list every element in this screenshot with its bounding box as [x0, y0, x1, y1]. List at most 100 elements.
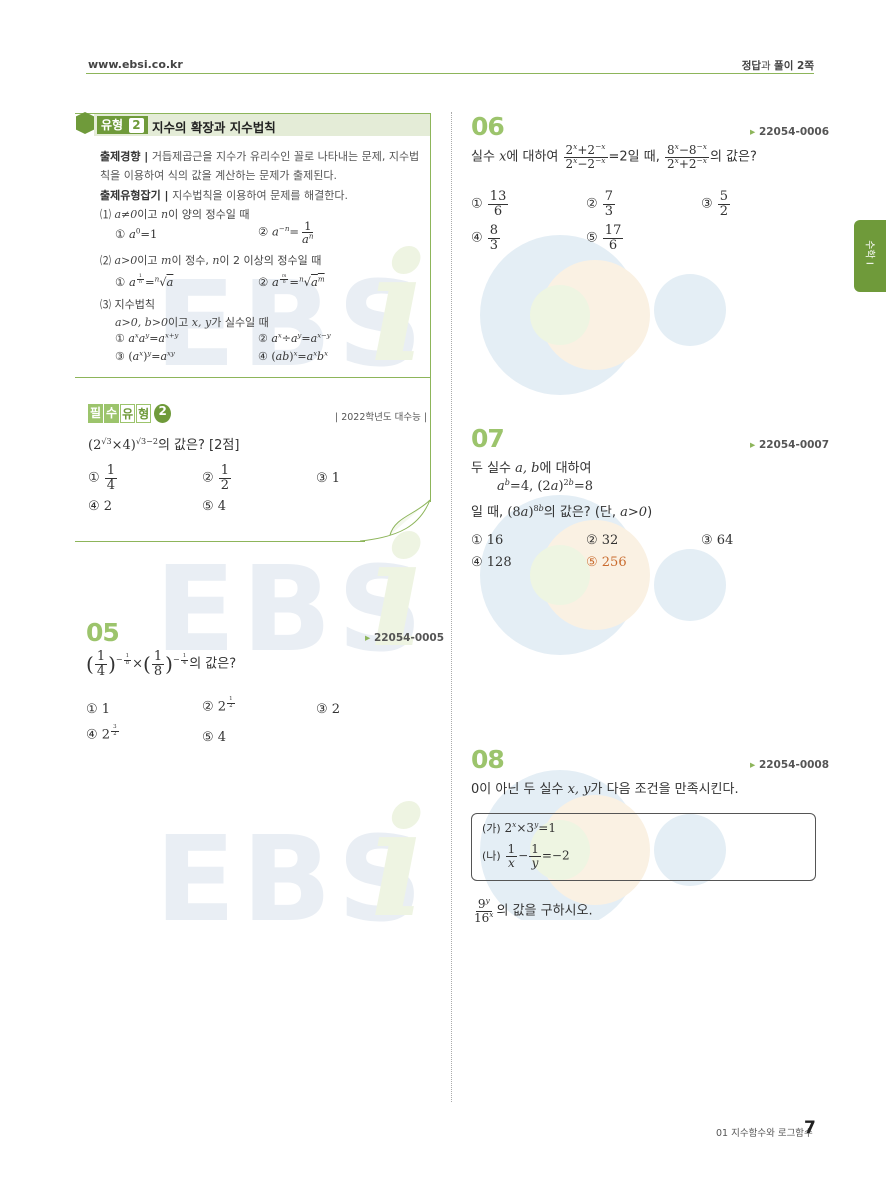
case1-formula-2: ② a−n= 1 an	[258, 219, 314, 247]
trend-label: 출제경향 |	[100, 150, 149, 163]
q07-option-3[interactable]: ③ 64	[701, 533, 733, 548]
q05-option-2[interactable]: ② 212	[202, 696, 236, 714]
must-box-right-line	[430, 377, 431, 502]
must-stem: (2√3×4)√3−2의 값은? [2점]	[88, 436, 240, 453]
q08-code[interactable]: 22054-0008	[750, 759, 829, 771]
type-badge: 유형 2	[97, 116, 148, 134]
watermark-i-3: i	[370, 775, 427, 951]
q08-ask-text: 의 값을 구하시오.	[496, 903, 593, 919]
case2-head-b: a>0	[114, 254, 138, 267]
case3-cond-b: 이고	[168, 316, 192, 329]
q07-line3-a: 일 때,	[471, 505, 508, 520]
q05-code[interactable]: 22054-0005	[365, 632, 444, 644]
header-rule	[86, 73, 814, 74]
law-1: ① axay=ax+y	[115, 331, 179, 345]
must-type-label: 필 수 유 형 2	[88, 404, 172, 423]
q08-ask: 9y 16x 의 값을 구하시오.	[474, 896, 593, 925]
case2-head-g: 이 2 이상의 정수일 때	[219, 254, 322, 267]
q07-option-2[interactable]: ② 32	[586, 533, 618, 548]
must-char-4: 형	[136, 404, 152, 423]
q06-option-1[interactable]: ① 13 6	[471, 190, 509, 218]
must-box-bottom-line	[75, 541, 365, 542]
q08-condition-a: (가) 2x×3y=1	[482, 820, 556, 835]
case3-cond-c: x, y	[191, 316, 212, 329]
answer-ref-c: 풀이 2쪽	[774, 60, 814, 72]
case3-cond-d: 가 실수일 때	[211, 316, 269, 329]
q07-equation: ab=4, (2a)2b=8	[497, 477, 593, 494]
must-option-3[interactable]: ③ 1	[316, 471, 340, 486]
case1-head-a: ⑴	[100, 208, 115, 221]
q06-stem-a: 실수	[471, 149, 500, 165]
q05-option-3[interactable]: ③ 2	[316, 702, 340, 717]
q06-option-2[interactable]: ② 73	[586, 190, 616, 218]
case1-head-e: 이 양의 정수일 때	[168, 208, 250, 221]
type-title: 지수의 확장과 지수법칙	[152, 120, 276, 135]
case2-heading: ⑵ a>0이고 m이 정수, n이 2 이상의 정수일 때	[100, 252, 321, 268]
law-2: ② ax÷ay=ax−y	[258, 331, 331, 345]
q05-option-5[interactable]: ⑤ 4	[202, 730, 226, 745]
case1-head-b: a≠0	[114, 208, 138, 221]
q07-line3-d: )	[647, 505, 653, 520]
law-4: ④ (ab)x=axbx	[258, 349, 328, 363]
q07-option-1[interactable]: ① 16	[471, 533, 503, 548]
case3-heading: ⑶ 지수법칙	[100, 298, 155, 311]
case3-condition: a>0, b>0이고 x, y가 실수일 때	[115, 314, 269, 330]
q07-option-4[interactable]: ④ 128	[471, 555, 512, 570]
watermark-i-1: i	[370, 220, 427, 396]
case2-formula-2: ② a m n =n√am	[258, 274, 325, 290]
page-number: 7	[804, 1118, 816, 1138]
type-cube-icon	[76, 112, 94, 134]
q05-stem: (1 4)− 1 8 ×(1 8)− 1 4 의 값은?	[86, 649, 237, 679]
type-box-bottom-line	[75, 377, 431, 378]
case1-formula-1: ① a0=1	[115, 226, 158, 241]
q07-line3: 일 때, (8a)8b의 값은? (단, a>0)	[471, 503, 653, 520]
type-grasp: 출제유형잡기 | 지수법칙을 이용하여 문제를 해결한다.	[100, 187, 348, 203]
q08-cond-a-label: (가)	[482, 822, 501, 835]
q07-stem-c: 에 대하여	[539, 461, 592, 476]
answer-ref-a: 정답	[741, 60, 762, 72]
trend-text: 거듭제곱근을 지수가 유리수인 꼴로 나타내는 문제, 지수법칙을 이용하여 식…	[100, 150, 420, 182]
must-char-2: 수	[104, 404, 120, 423]
q07-code[interactable]: 22054-0007	[750, 439, 829, 451]
must-option-1[interactable]: ① 14	[88, 464, 118, 492]
q08-condition-b: (나) 1 x −1 y =−2	[482, 842, 570, 870]
case2-head-e: 이 정수,	[171, 254, 213, 267]
must-option-4[interactable]: ④ 2	[88, 499, 112, 514]
must-num: 2	[154, 404, 172, 423]
case2-head-d: m	[161, 254, 172, 267]
q07-stem-a: 두 실수	[471, 461, 516, 476]
must-option-2[interactable]: ② 12	[202, 464, 232, 492]
site-url[interactable]: www.ebsi.co.kr	[88, 58, 183, 71]
must-option-5[interactable]: ⑤ 4	[202, 499, 226, 514]
type-trend: 출제경향 | 거듭제곱근을 지수가 유리수인 꼴로 나타내는 문제, 지수법칙을…	[100, 147, 422, 185]
q05-suffix: 의 값은?	[189, 656, 237, 672]
grasp-text: 지수법칙을 이용하여 문제를 해결한다.	[172, 189, 348, 202]
q06-option-3[interactable]: ③ 52	[701, 190, 731, 218]
case2-head-c: 이고	[137, 254, 162, 267]
q05-option-1[interactable]: ① 1	[86, 702, 110, 717]
q06-option-4[interactable]: ④ 83	[471, 224, 501, 252]
q05-option-4[interactable]: ④ 232	[86, 724, 120, 742]
answer-ref-b: 과	[761, 60, 775, 72]
q08-stem-a: 0이 아닌 두 실수	[471, 782, 568, 797]
must-box-curl	[360, 499, 431, 542]
q07-stem-b: a, b	[515, 461, 540, 476]
q06-option-5[interactable]: ⑤ 17 6	[586, 224, 624, 252]
q06-stem-e: 의 값은?	[709, 149, 757, 165]
q07-line3-b: 의 값은? (단,	[543, 505, 621, 520]
type-badge-text: 유형	[101, 118, 124, 132]
side-tab-label: 수학 Ⅰ	[863, 240, 875, 265]
must-char-1: 필	[88, 404, 104, 423]
q08-number: 08	[471, 745, 505, 774]
q08-stem-c: 가 다음 조건을 만족시킨다.	[590, 782, 739, 797]
case1-heading: ⑴ a≠0이고 n이 양의 정수일 때	[100, 206, 249, 222]
must-suffix: 의 값은?	[157, 438, 205, 453]
q06-stem: 실수 x에 대하여 2x+2−x 2x−2−x =2일 때, 8x−8−x 2x+2−…	[471, 142, 757, 171]
must-source: | 2022학년도 대수능 |	[335, 412, 428, 423]
q08-stem: 0이 아닌 두 실수 x, y가 다음 조건을 만족시킨다.	[471, 778, 739, 797]
q06-code[interactable]: 22054-0006	[750, 126, 829, 138]
q07-number: 07	[471, 424, 505, 453]
q07-option-5[interactable]: ⑤ 256	[586, 555, 627, 570]
q08-cond-b-label: (나)	[482, 849, 501, 863]
law-3: ③ (ax)y=axy	[115, 349, 175, 363]
